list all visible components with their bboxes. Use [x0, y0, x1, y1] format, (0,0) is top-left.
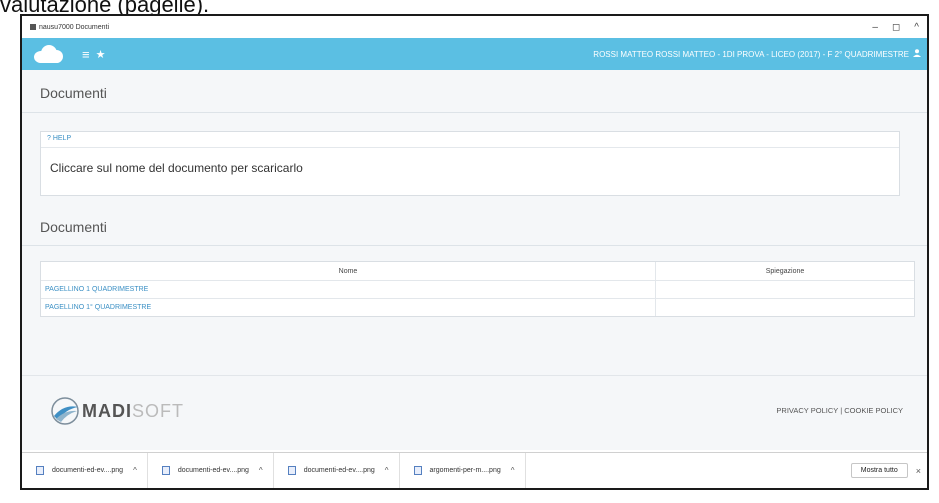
window-controls: – ◻ ^: [872, 22, 927, 33]
help-text: Cliccare sul nome del documento per scar…: [50, 161, 303, 175]
favicon-icon: [30, 24, 36, 30]
document-description: [656, 299, 914, 316]
app-header: ≡ ★ ROSSI MATTEO ROSSI MATTEO - 1DI PROV…: [22, 38, 927, 70]
chevron-up-icon[interactable]: ^: [385, 466, 389, 475]
collapse-button[interactable]: ^: [914, 22, 919, 33]
show-all-button[interactable]: Mostra tutto: [850, 463, 908, 478]
download-item[interactable]: documenti-ed-ev....png ^: [148, 452, 274, 488]
documents-section-title: Documenti: [40, 219, 107, 235]
document-description: [656, 281, 914, 298]
divider: [22, 112, 927, 113]
madisoft-logo: MADISOFT: [50, 396, 184, 426]
image-file-icon: [36, 466, 44, 475]
documents-table: Nome Spiegazione PAGELLINO 1 QUADRIMESTR…: [40, 261, 915, 317]
chevron-up-icon[interactable]: ^: [259, 466, 263, 475]
document-link[interactable]: PAGELLINO 1° QUADRIMESTRE: [41, 299, 656, 316]
help-label[interactable]: ? HELP: [47, 135, 71, 142]
image-file-icon: [287, 466, 296, 475]
madisoft-swoosh-icon: [50, 396, 80, 426]
restore-button[interactable]: ◻: [892, 22, 900, 33]
help-panel: ? HELP Cliccare sul nome del documento p…: [40, 131, 900, 196]
column-header-spiegazione: Spiegazione: [765, 267, 805, 275]
table-header-row: Nome Spiegazione: [41, 262, 914, 280]
window-title: nausu7000 Documenti: [39, 23, 110, 31]
chevron-up-icon[interactable]: ^: [133, 466, 137, 475]
browser-window: nausu7000 Documenti – ◻ ^ ≡ ★ ROSSI MATT…: [20, 14, 929, 490]
page-footer: MADISOFT PRIVACY POLICY | COOKIE POLICY: [22, 375, 927, 450]
page-title: Documenti: [40, 85, 107, 101]
document-link[interactable]: PAGELLINO 1 QUADRIMESTRE: [41, 281, 656, 298]
downloads-bar: documenti-ed-ev....png ^ documenti-ed-ev…: [22, 452, 927, 488]
close-icon[interactable]: ×: [916, 466, 921, 476]
logo-text-bold: MADI: [82, 400, 132, 421]
download-item[interactable]: argomenti-per-m....png ^: [400, 452, 526, 488]
window-titlebar: nausu7000 Documenti – ◻ ^: [22, 16, 927, 38]
star-icon[interactable]: ★: [96, 48, 106, 61]
logo-text-light: SOFT: [132, 400, 184, 421]
column-header-nome: Nome: [41, 262, 656, 280]
table-row: PAGELLINO 1 QUADRIMESTRE: [41, 280, 914, 298]
download-filename[interactable]: documenti-ed-ev....png: [178, 467, 249, 474]
menu-icon[interactable]: ≡: [82, 47, 90, 62]
table-row: PAGELLINO 1° QUADRIMESTRE: [41, 298, 914, 316]
image-file-icon: [413, 466, 422, 475]
divider: [41, 147, 899, 148]
minimize-button[interactable]: –: [872, 22, 878, 33]
download-filename[interactable]: documenti-ed-ev....png: [52, 467, 123, 474]
chevron-up-icon[interactable]: ^: [511, 466, 515, 475]
cloud-logo-icon[interactable]: [34, 45, 64, 63]
download-item[interactable]: documenti-ed-ev....png ^: [274, 452, 400, 488]
download-item[interactable]: documenti-ed-ev....png ^: [22, 452, 148, 488]
user-info[interactable]: ROSSI MATTEO ROSSI MATTEO - 1DI PROVA - …: [593, 50, 913, 59]
image-file-icon: [161, 466, 170, 475]
footer-policy-links[interactable]: PRIVACY POLICY | COOKIE POLICY: [776, 406, 903, 415]
download-filename[interactable]: documenti-ed-ev....png: [304, 467, 375, 474]
user-icon[interactable]: [913, 49, 927, 59]
divider: [22, 245, 927, 246]
download-filename[interactable]: argomenti-per-m....png: [430, 467, 501, 474]
